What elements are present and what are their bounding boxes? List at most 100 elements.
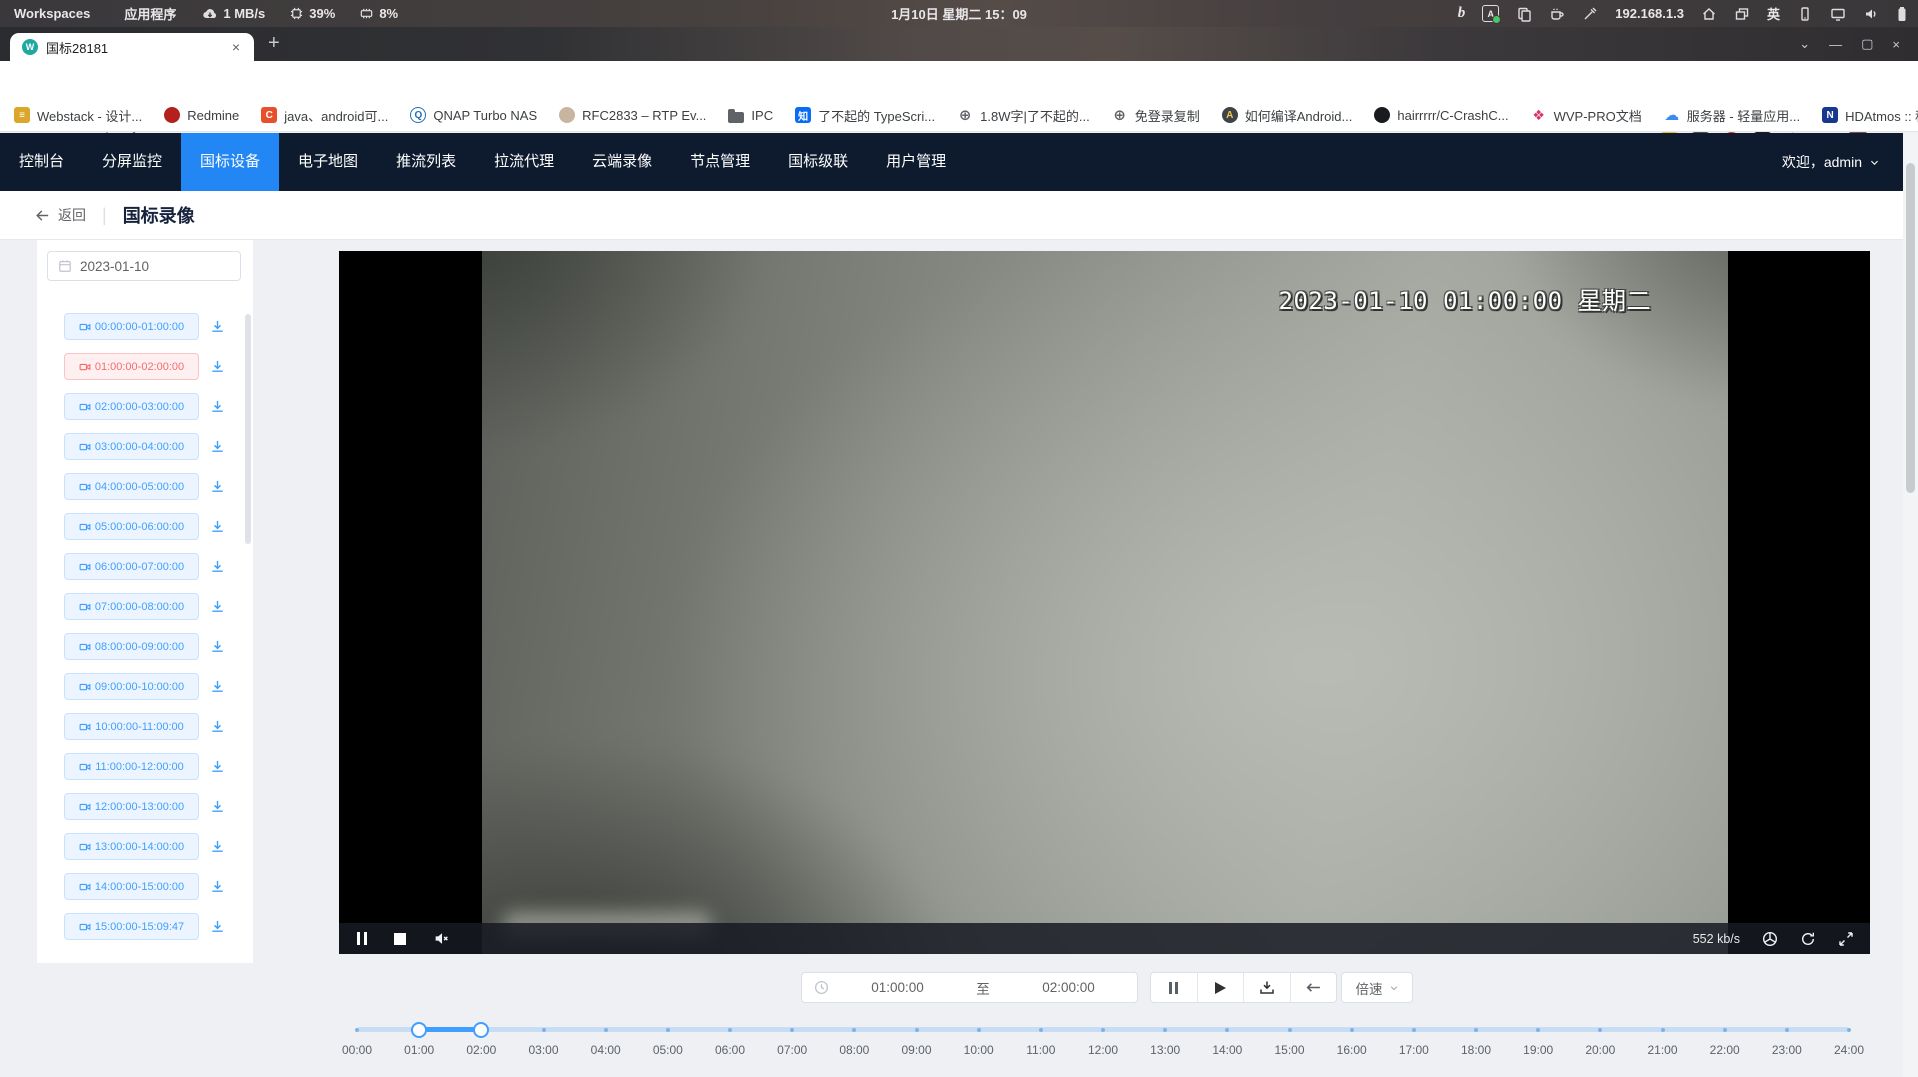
download-icon[interactable] — [210, 319, 225, 334]
home-icon[interactable] — [1701, 6, 1717, 22]
video-player[interactable]: 2023-01-10 01:00:00 星期二 552 kb/s — [339, 251, 1870, 954]
nav-item-9[interactable]: 国标级联 — [769, 133, 867, 191]
color-picker-icon[interactable] — [1582, 6, 1598, 22]
recording-segment-button[interactable]: 01:00:00-02:00:00 — [64, 353, 199, 380]
page-scrollbar[interactable] — [1903, 133, 1918, 1077]
window-minimize-icon[interactable]: — — [1829, 37, 1842, 52]
tray-ip-address[interactable]: 192.168.1.3 — [1615, 6, 1684, 21]
player-pause-icon[interactable] — [357, 932, 367, 945]
bookmark-item[interactable]: hairrrrr/C-CrashC... — [1374, 107, 1508, 123]
snapshot-aperture-icon[interactable] — [1762, 931, 1778, 947]
player-mute-icon[interactable] — [433, 930, 450, 947]
recording-segment-button[interactable]: 05:00:00-06:00:00 — [64, 513, 199, 540]
download-icon[interactable] — [210, 399, 225, 414]
download-icon[interactable] — [210, 359, 225, 374]
timeline[interactable]: 00:0001:0002:0003:0004:0005:0006:0007:00… — [357, 1019, 1849, 1071]
recording-segment-button[interactable]: 09:00:00-10:00:00 — [64, 673, 199, 700]
nav-item-8[interactable]: 节点管理 — [671, 133, 769, 191]
volume-icon[interactable] — [1863, 6, 1879, 22]
time-range-picker[interactable]: 01:00:00 至 02:00:00 — [801, 972, 1138, 1003]
download-icon[interactable] — [210, 599, 225, 614]
download-button[interactable] — [1244, 973, 1291, 1002]
timeline-handle-1[interactable] — [411, 1022, 427, 1038]
bookmark-item[interactable]: ⊕1.8W字|了不起的... — [957, 106, 1090, 125]
bookmark-item[interactable]: NHDAtmos :: 种子 *... — [1822, 106, 1918, 125]
fullscreen-icon[interactable] — [1838, 931, 1854, 947]
bookmark-item[interactable]: ≡Webstack - 设计... — [14, 106, 142, 125]
bookmark-item[interactable]: IPC — [728, 108, 773, 123]
nav-item-1[interactable]: 控制台 — [0, 133, 83, 191]
coffee-cup-icon[interactable] — [1549, 6, 1565, 22]
download-icon[interactable] — [210, 679, 225, 694]
recording-segment-button[interactable]: 07:00:00-08:00:00 — [64, 593, 199, 620]
recording-segment-button[interactable]: 06:00:00-07:00:00 — [64, 553, 199, 580]
phone-link-icon[interactable] — [1797, 6, 1813, 22]
download-icon[interactable] — [210, 839, 225, 854]
workspaces-button[interactable]: Workspaces — [14, 6, 90, 21]
battery-icon[interactable] — [1896, 6, 1908, 22]
bookmark-item[interactable]: 知了不起的 TypeScri... — [795, 106, 935, 125]
nav-item-5[interactable]: 推流列表 — [377, 133, 475, 191]
timeline-handle-2[interactable] — [473, 1022, 489, 1038]
sidebar-scrollbar[interactable] — [245, 314, 251, 544]
recording-segment-button[interactable]: 14:00:00-15:00:00 — [64, 873, 199, 900]
bookmark-item[interactable]: A如何编译Android... — [1222, 106, 1353, 125]
download-icon[interactable] — [210, 519, 225, 534]
download-icon[interactable] — [210, 759, 225, 774]
nav-item-6[interactable]: 拉流代理 — [475, 133, 573, 191]
date-picker[interactable]: 2023-01-10 — [47, 251, 241, 281]
recording-segment-button[interactable]: 10:00:00-11:00:00 — [64, 713, 199, 740]
download-icon[interactable] — [210, 559, 225, 574]
input-method-indicator[interactable]: 英 — [1767, 4, 1780, 23]
download-icon[interactable] — [210, 439, 225, 454]
window-menu-icon[interactable]: ⌄ — [1799, 36, 1810, 52]
start-time-input[interactable]: 01:00:00 — [829, 980, 966, 995]
applications-button[interactable]: 应用程序 — [124, 4, 176, 23]
recording-segment-button[interactable]: 02:00:00-03:00:00 — [64, 393, 199, 420]
bookmark-item[interactable]: RFC2833 – RTP Ev... — [559, 107, 706, 123]
play-button[interactable] — [1198, 973, 1245, 1002]
seek-back-button[interactable] — [1291, 973, 1337, 1002]
recording-segment-button[interactable]: 11:00:00-12:00:00 — [64, 753, 199, 780]
bookmark-item[interactable]: QQNAP Turbo NAS — [410, 107, 537, 123]
player-refresh-icon[interactable] — [1800, 931, 1816, 947]
window-close-icon[interactable]: × — [1892, 37, 1900, 52]
bookmark-item[interactable]: Redmine — [164, 107, 239, 123]
bookmark-item[interactable]: ☁服务器 - 轻量应用... — [1664, 106, 1800, 125]
nav-item-7[interactable]: 云端录像 — [573, 133, 671, 191]
recording-segment-button[interactable]: 15:00:00-15:09:47 — [64, 913, 199, 940]
recording-segment-button[interactable]: 04:00:00-05:00:00 — [64, 473, 199, 500]
nav-item-4[interactable]: 电子地图 — [279, 133, 377, 191]
download-icon[interactable] — [210, 879, 225, 894]
display-icon[interactable] — [1830, 6, 1846, 22]
window-restore-icon[interactable]: ▢ — [1861, 36, 1873, 52]
clipboard-icon[interactable] — [1516, 6, 1532, 22]
recording-segment-button[interactable]: 13:00:00-14:00:00 — [64, 833, 199, 860]
tray-app-b-icon[interactable]: b — [1458, 5, 1466, 22]
download-icon[interactable] — [210, 639, 225, 654]
playback-speed-button[interactable]: 倍速 — [1341, 972, 1413, 1003]
recording-segment-button[interactable]: 08:00:00-09:00:00 — [64, 633, 199, 660]
bookmark-item[interactable]: ⊕免登录复制 — [1112, 106, 1200, 125]
recording-segment-button[interactable]: 12:00:00-13:00:00 — [64, 793, 199, 820]
pause-button[interactable] — [1151, 973, 1198, 1002]
nav-item-10[interactable]: 用户管理 — [867, 133, 965, 191]
workspaces-switcher-icon[interactable] — [1734, 6, 1750, 22]
nav-item-2[interactable]: 分屏监控 — [83, 133, 181, 191]
back-link[interactable]: 返回 — [34, 205, 86, 225]
tray-notes-app-icon[interactable]: A — [1482, 5, 1499, 22]
bookmark-item[interactable]: ❖WVP-PRO文档 — [1531, 106, 1642, 125]
nav-item-3[interactable]: 国标设备 — [181, 133, 279, 191]
recording-segment-button[interactable]: 00:00:00-01:00:00 — [64, 313, 199, 340]
end-time-input[interactable]: 02:00:00 — [1000, 980, 1137, 995]
download-icon[interactable] — [210, 919, 225, 934]
recording-segment-button[interactable]: 03:00:00-04:00:00 — [64, 433, 199, 460]
player-stop-icon[interactable] — [394, 933, 406, 945]
bookmark-item[interactable]: Cjava、android可... — [261, 106, 388, 125]
download-icon[interactable] — [210, 479, 225, 494]
download-icon[interactable] — [210, 719, 225, 734]
page-scrollbar-thumb[interactable] — [1906, 163, 1915, 493]
new-tab-button[interactable]: + — [268, 32, 280, 55]
browser-tab[interactable]: W 国标28181 × — [10, 33, 254, 61]
tab-close-icon[interactable]: × — [228, 39, 244, 55]
